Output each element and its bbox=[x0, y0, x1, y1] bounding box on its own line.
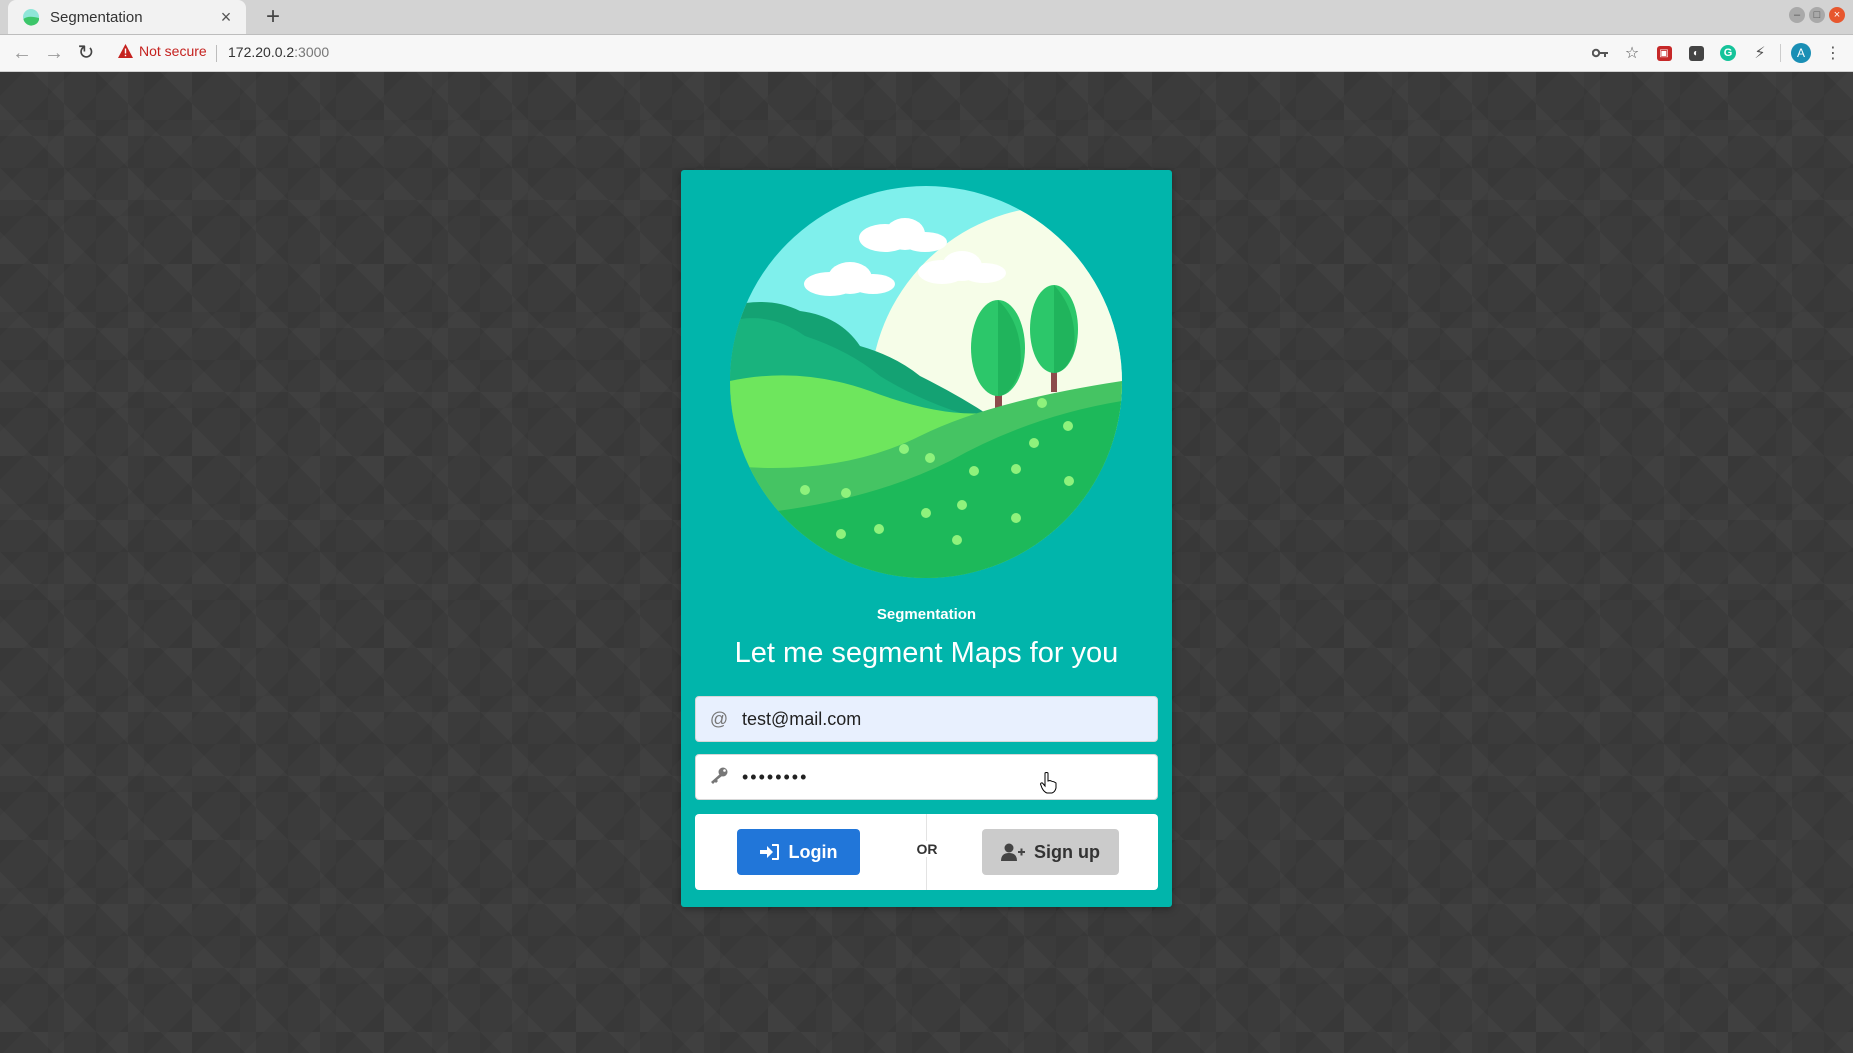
security-indicator[interactable]: Not secure bbox=[118, 43, 207, 59]
browser-tab-bar: Segmentation × + – □ × bbox=[0, 0, 1853, 35]
url-host: 172.20.0.2 bbox=[228, 44, 295, 60]
page-title: Let me segment Maps for you bbox=[734, 637, 1119, 669]
maximize-icon[interactable]: □ bbox=[1809, 7, 1825, 23]
back-icon[interactable]: ← bbox=[10, 41, 34, 65]
close-icon[interactable]: × bbox=[1829, 7, 1845, 23]
landscape-illustration bbox=[730, 186, 1122, 578]
email-field[interactable]: @ test@mail.com bbox=[695, 696, 1158, 742]
profile-avatar-icon[interactable]: A bbox=[1789, 41, 1813, 65]
user-plus-icon bbox=[1001, 843, 1025, 861]
action-panel: OR Login Sign up bbox=[695, 814, 1158, 890]
reload-icon[interactable]: ↻ bbox=[74, 41, 98, 65]
address-separator bbox=[216, 45, 217, 62]
key-icon bbox=[696, 766, 742, 789]
favicon-icon bbox=[23, 9, 39, 26]
extension-icon[interactable]: ◐ bbox=[1684, 41, 1708, 65]
window-controls: – □ × bbox=[1789, 7, 1845, 23]
close-icon[interactable]: × bbox=[216, 7, 236, 28]
new-tab-button[interactable]: + bbox=[258, 2, 288, 32]
minimize-icon[interactable]: – bbox=[1789, 7, 1805, 23]
warning-icon bbox=[118, 44, 133, 58]
extension-icon[interactable]: ⚡ bbox=[1748, 41, 1772, 65]
address-bar[interactable]: 172.20.0.2:3000 bbox=[228, 44, 329, 60]
login-button[interactable]: Login bbox=[737, 829, 860, 875]
at-icon: @ bbox=[709, 708, 729, 729]
login-card: Segmentation Let me segment Maps for you… bbox=[681, 170, 1172, 907]
sign-in-icon bbox=[759, 844, 779, 860]
extension-icon[interactable]: ▣ bbox=[1652, 41, 1676, 65]
or-label: OR bbox=[906, 841, 948, 857]
brand-name: Segmentation bbox=[876, 606, 977, 623]
signup-button[interactable]: Sign up bbox=[982, 829, 1119, 875]
forward-icon[interactable]: → bbox=[42, 41, 66, 65]
email-value[interactable]: test@mail.com bbox=[742, 709, 1157, 730]
key-icon[interactable] bbox=[1588, 41, 1612, 65]
star-icon[interactable]: ☆ bbox=[1620, 41, 1644, 65]
browser-tab[interactable]: Segmentation × bbox=[8, 0, 246, 34]
toolbar-actions: ☆ ▣ ◐ G ⚡ A ⋮ bbox=[1588, 41, 1845, 65]
tab-title: Segmentation bbox=[50, 8, 143, 26]
security-label: Not secure bbox=[139, 43, 207, 59]
password-field[interactable]: •••••••• bbox=[695, 754, 1158, 800]
url-port: :3000 bbox=[294, 44, 330, 60]
login-button-label: Login bbox=[788, 841, 838, 862]
password-value[interactable]: •••••••• bbox=[742, 767, 1157, 788]
page-background: Segmentation Let me segment Maps for you… bbox=[0, 72, 1853, 1053]
browser-toolbar: ← → ↻ Not secure 172.20.0.2:3000 ☆ ▣ ◐ G… bbox=[0, 35, 1853, 72]
toolbar-divider bbox=[1780, 44, 1781, 62]
signup-button-label: Sign up bbox=[1034, 841, 1100, 862]
grammarly-icon[interactable]: G bbox=[1716, 41, 1740, 65]
menu-icon[interactable]: ⋮ bbox=[1821, 41, 1845, 65]
